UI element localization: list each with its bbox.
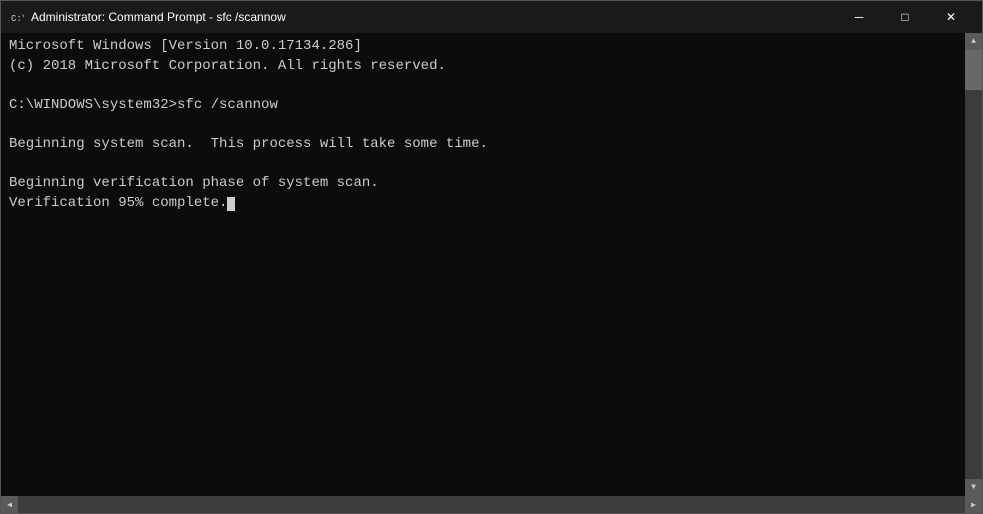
close-button[interactable]: ✕ xyxy=(928,1,974,33)
window-body: Microsoft Windows [Version 10.0.17134.28… xyxy=(1,33,982,513)
maximize-button[interactable]: □ xyxy=(882,1,928,33)
cmd-icon: C:\ xyxy=(9,9,25,25)
terminal-line-9: Verification 95% complete. xyxy=(9,195,227,211)
terminal-line-4: C:\WINDOWS\system32>sfc /scannow xyxy=(9,97,278,113)
scroll-left-arrow[interactable]: ◀ xyxy=(1,496,18,513)
window: C:\ Administrator: Command Prompt - sfc … xyxy=(0,0,983,514)
window-title: Administrator: Command Prompt - sfc /sca… xyxy=(31,10,836,24)
terminal-line-6: Beginning system scan. This process will… xyxy=(9,136,488,152)
terminal-line-2: (c) 2018 Microsoft Corporation. All righ… xyxy=(9,58,446,74)
scroll-right-arrow[interactable]: ▶ xyxy=(965,496,982,513)
svg-text:C:\: C:\ xyxy=(11,14,24,24)
scroll-down-arrow[interactable]: ▼ xyxy=(965,479,982,496)
window-controls: ─ □ ✕ xyxy=(836,1,974,33)
terminal-line-8: Beginning verification phase of system s… xyxy=(9,175,379,191)
terminal-line-1: Microsoft Windows [Version 10.0.17134.28… xyxy=(9,38,362,54)
horizontal-scrollbar[interactable]: ◀ ▶ xyxy=(1,496,982,513)
horizontal-scrollbar-track[interactable] xyxy=(18,496,965,513)
terminal-area: Microsoft Windows [Version 10.0.17134.28… xyxy=(1,33,982,496)
titlebar: C:\ Administrator: Command Prompt - sfc … xyxy=(1,1,982,33)
minimize-button[interactable]: ─ xyxy=(836,1,882,33)
scrollbar-thumb[interactable] xyxy=(965,50,982,90)
terminal-output[interactable]: Microsoft Windows [Version 10.0.17134.28… xyxy=(1,33,965,496)
terminal-cursor xyxy=(227,197,235,211)
scroll-up-arrow[interactable]: ▲ xyxy=(965,33,982,50)
scrollbar-track[interactable] xyxy=(965,50,982,479)
vertical-scrollbar[interactable]: ▲ ▼ xyxy=(965,33,982,496)
